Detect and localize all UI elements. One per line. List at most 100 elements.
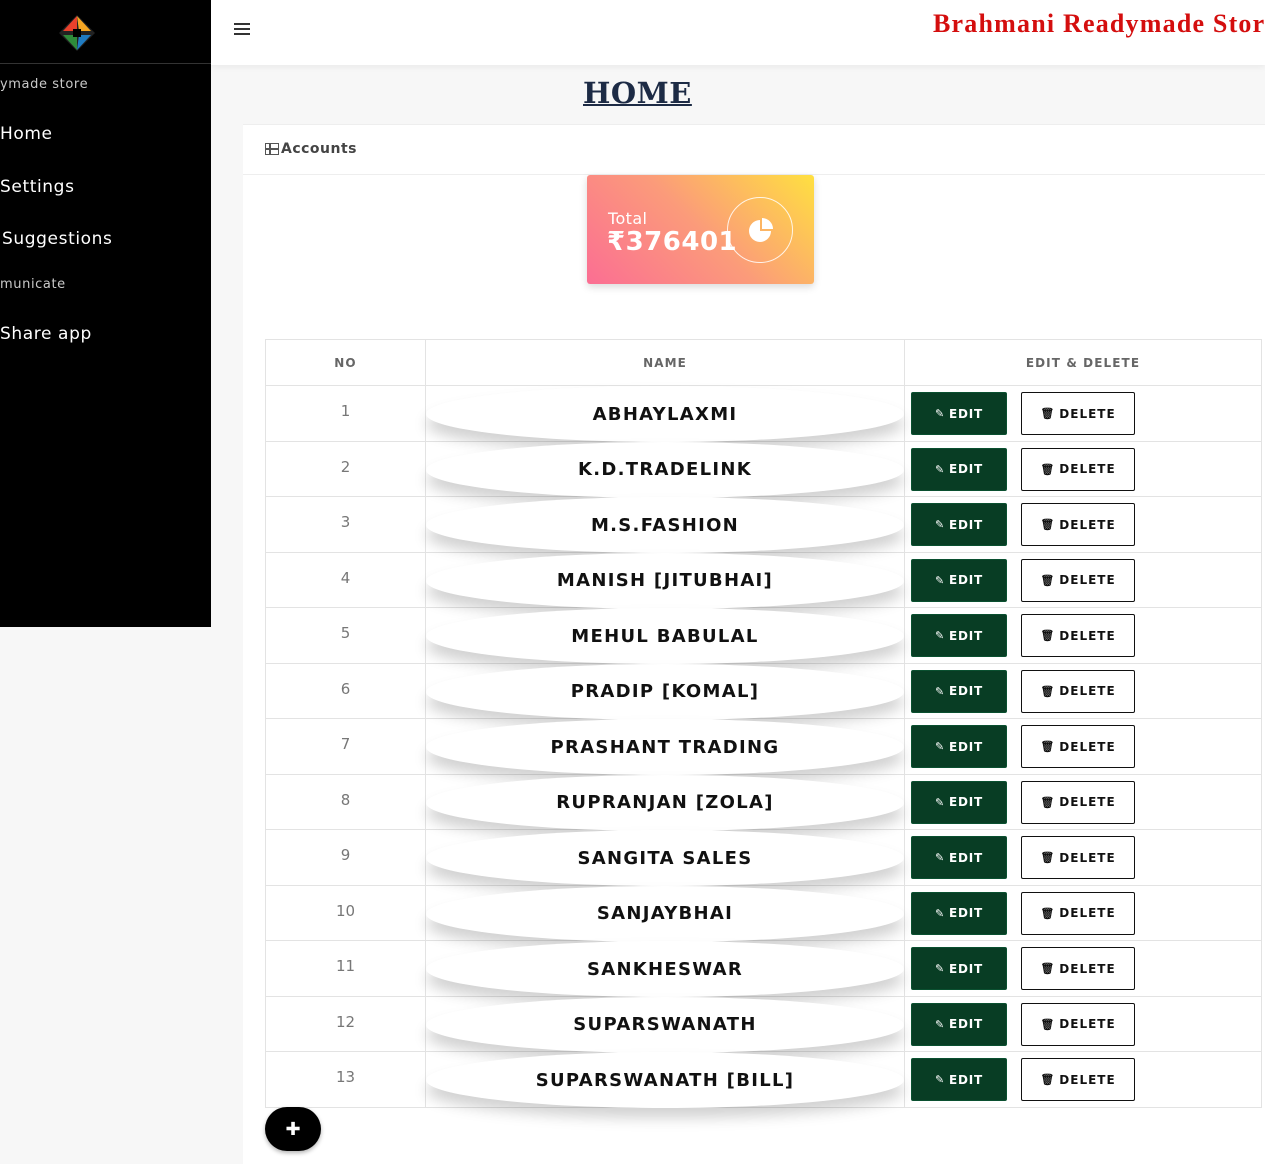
sidebar-item-home[interactable]: Home: [0, 124, 53, 144]
trash-icon: 🗑: [1040, 1073, 1056, 1086]
account-name[interactable]: SUPARSWANATH: [426, 996, 904, 1053]
edit-label: EDIT: [949, 850, 984, 865]
edit-button[interactable]: ✎ EDIT: [911, 891, 1007, 935]
account-name[interactable]: PRADIP [KOMAL]: [426, 663, 904, 720]
delete-button[interactable]: 🗑 DELETE: [1021, 669, 1135, 713]
delete-button[interactable]: 🗑 DELETE: [1021, 947, 1135, 990]
table-body: 1 ABHAYLAXMI ✎ EDIT 🗑 DELETE 2 K.D.TRADELINK ✎ ED…: [265, 385, 1262, 1108]
edit-icon: ✎: [934, 795, 945, 809]
delete-label: DELETE: [1059, 1017, 1116, 1031]
edit-button[interactable]: ✎ EDIT: [911, 947, 1007, 990]
page-title: HOME: [583, 76, 692, 110]
account-name[interactable]: MANISH [JITUBHAI]: [426, 552, 904, 609]
edit-label: EDIT: [949, 1017, 984, 1031]
edit-label: EDIT: [949, 906, 984, 920]
delete-button[interactable]: 🗑 DELETE: [1021, 780, 1135, 824]
row-actions: ✎ EDIT 🗑 DELETE: [904, 884, 1262, 941]
row-actions: ✎ EDIT 🗑 DELETE: [904, 496, 1262, 553]
account-name[interactable]: MEHUL BABULAL: [426, 608, 904, 664]
delete-button[interactable]: 🗑 DELETE: [1021, 447, 1135, 491]
edit-button[interactable]: ✎ EDIT: [911, 780, 1007, 824]
edit-button[interactable]: ✎ EDIT: [911, 836, 1007, 879]
row-number: 10: [265, 884, 426, 941]
row-number: 5: [265, 607, 426, 664]
stat-label: Total: [608, 209, 648, 228]
edit-button[interactable]: ✎ EDIT: [911, 503, 1007, 546]
delete-button[interactable]: 🗑 DELETE: [1021, 503, 1135, 546]
edit-button[interactable]: ✎ EDIT: [911, 392, 1007, 435]
row-number: 11: [265, 940, 426, 997]
diamond-logo-icon[interactable]: [58, 14, 96, 52]
delete-button[interactable]: 🗑 DELETE: [1021, 891, 1135, 935]
table-row: 3 M.S.FASHION ✎ EDIT 🗑 DELETE: [265, 496, 1262, 553]
account-name[interactable]: SUPARSWANATH [BILL]: [426, 1052, 904, 1108]
delete-label: DELETE: [1059, 961, 1116, 976]
account-name[interactable]: SANKHESWAR: [426, 941, 904, 997]
sidebar-section-communicate: municate: [0, 277, 66, 292]
edit-button[interactable]: ✎ EDIT: [911, 725, 1007, 768]
table-row: 2 K.D.TRADELINK ✎ EDIT 🗑 DELETE: [265, 440, 1262, 498]
account-name[interactable]: ABHAYLAXMI: [426, 386, 904, 442]
delete-label: DELETE: [1059, 573, 1116, 587]
table-row: 5 MEHUL BABULAL ✎ EDIT 🗑 DELETE: [265, 607, 1262, 664]
row-number: 13: [265, 1051, 426, 1108]
trash-icon: 🗑: [1040, 407, 1056, 420]
edit-button[interactable]: ✎ EDIT: [911, 558, 1007, 602]
delete-label: DELETE: [1059, 906, 1116, 920]
delete-button[interactable]: 🗑 DELETE: [1021, 1058, 1135, 1101]
edit-button[interactable]: ✎ EDIT: [911, 1002, 1007, 1046]
row-name-cell: RUPRANJAN [ZOLA]: [425, 773, 905, 831]
delete-button[interactable]: 🗑 DELETE: [1021, 614, 1135, 657]
card-header: Accounts: [243, 125, 1265, 175]
trash-icon: 🗑: [1040, 740, 1056, 753]
account-name[interactable]: M.S.FASHION: [426, 497, 904, 553]
account-name[interactable]: SANJAYBHAI: [426, 885, 904, 942]
account-name[interactable]: PRASHANT TRADING: [426, 719, 904, 775]
sidebar-item-share-app[interactable]: Share app: [0, 324, 92, 344]
delete-button[interactable]: 🗑 DELETE: [1021, 558, 1135, 602]
edit-button[interactable]: ✎ EDIT: [911, 614, 1007, 657]
row-name-cell: PRADIP [KOMAL]: [425, 662, 905, 720]
row-number: 1: [265, 385, 426, 442]
edit-icon: ✎: [934, 851, 945, 864]
table-row: 12 SUPARSWANATH ✎ EDIT 🗑 DELETE: [265, 995, 1262, 1053]
delete-button[interactable]: 🗑 DELETE: [1021, 725, 1135, 768]
edit-icon: ✎: [934, 1073, 945, 1086]
delete-label: DELETE: [1059, 795, 1116, 809]
delete-label: DELETE: [1059, 684, 1116, 698]
row-number: 3: [265, 496, 426, 553]
account-name[interactable]: SANGITA SALES: [426, 830, 904, 886]
row-number: 2: [265, 440, 426, 497]
sidebar-item-suggestions[interactable]: Suggestions: [2, 229, 112, 249]
pie-chart-icon: [749, 218, 773, 242]
edit-label: EDIT: [949, 573, 984, 587]
table-row: 1 ABHAYLAXMI ✎ EDIT 🗑 DELETE: [265, 385, 1262, 442]
edit-icon: ✎: [934, 906, 945, 920]
row-actions: ✎ EDIT 🗑 DELETE: [904, 385, 1262, 442]
edit-label: EDIT: [949, 1072, 984, 1087]
edit-label: EDIT: [949, 684, 984, 698]
edit-button[interactable]: ✎ EDIT: [911, 669, 1007, 713]
sidebar-item-settings[interactable]: Settings: [0, 177, 75, 197]
table-row: 10 SANJAYBHAI ✎ EDIT 🗑 DELETE: [265, 884, 1262, 942]
trash-icon: 🗑: [1040, 462, 1056, 476]
edit-label: EDIT: [949, 406, 984, 421]
delete-button[interactable]: 🗑 DELETE: [1021, 836, 1135, 879]
edit-button[interactable]: ✎ EDIT: [911, 1058, 1007, 1101]
account-name[interactable]: RUPRANJAN [ZOLA]: [426, 774, 904, 831]
delete-button[interactable]: 🗑 DELETE: [1021, 1002, 1135, 1046]
sidebar-header: [0, 0, 211, 64]
account-name[interactable]: K.D.TRADELINK: [426, 441, 904, 498]
store-title: Brahmani Readymade Store: [933, 9, 1265, 38]
hamburger-icon[interactable]: [234, 23, 250, 37]
row-actions: ✎ EDIT 🗑 DELETE: [904, 607, 1262, 664]
row-name-cell: SANGITA SALES: [425, 829, 905, 886]
delete-button[interactable]: 🗑 DELETE: [1021, 392, 1135, 435]
edit-label: EDIT: [949, 795, 984, 809]
edit-button[interactable]: ✎ EDIT: [911, 447, 1007, 491]
row-actions: ✎ EDIT 🗑 DELETE: [904, 773, 1262, 830]
delete-label: DELETE: [1059, 850, 1116, 865]
table-row: 13 SUPARSWANATH [BILL] ✎ EDIT 🗑 DELETE: [265, 1051, 1262, 1108]
trash-icon: 🗑: [1040, 795, 1056, 809]
add-account-button[interactable]: ✚: [265, 1107, 321, 1151]
